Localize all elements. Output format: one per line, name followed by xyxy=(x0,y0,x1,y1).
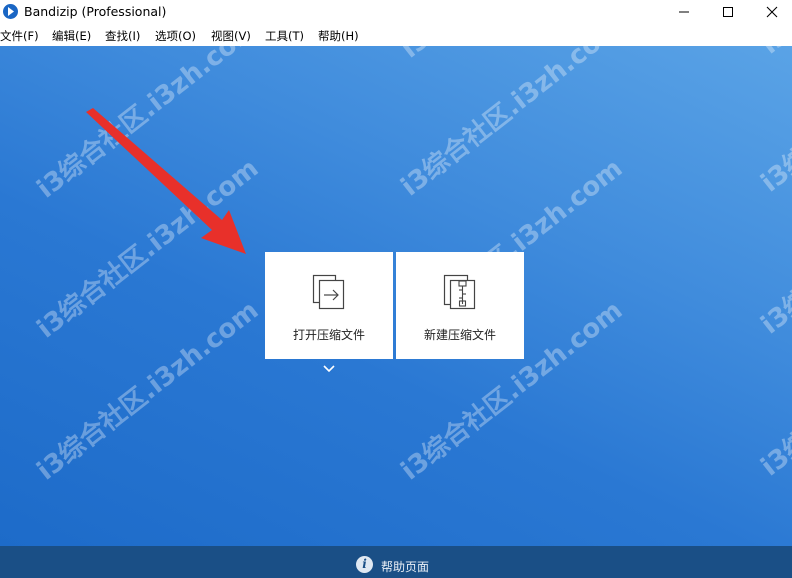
new-archive-button[interactable]: 新建压缩文件 xyxy=(396,252,524,359)
menu-edit[interactable]: 编辑(E) xyxy=(52,28,91,44)
bandizip-logo-icon xyxy=(3,4,18,19)
open-archive-button[interactable]: 打开压缩文件 xyxy=(265,252,393,359)
watermark: i3综合社区.i3zh.com xyxy=(752,46,792,61)
start-panel: i3综合社区.i3zh.com i3综合社区.i3zh.com i3综合社区.i… xyxy=(0,46,792,546)
open-archive-icon xyxy=(312,274,345,310)
menu-options[interactable]: 选项(O) xyxy=(155,28,196,44)
help-page-bar[interactable]: i 帮助页面 xyxy=(0,546,792,578)
menu-find[interactable]: 查找(I) xyxy=(105,28,140,44)
minimize-icon xyxy=(679,11,689,13)
minimize-button[interactable] xyxy=(664,0,704,24)
new-archive-label: 新建压缩文件 xyxy=(423,328,496,342)
menu-help[interactable]: 帮助(H) xyxy=(318,28,359,44)
chevron-down-icon[interactable] xyxy=(322,364,336,374)
maximize-button[interactable] xyxy=(708,0,748,24)
maximize-icon xyxy=(723,7,733,17)
menu-file[interactable]: 文件(F) xyxy=(0,28,39,44)
help-page-label: 帮助页面 xyxy=(381,560,430,574)
window-title: Bandizip (Professional) xyxy=(24,4,167,19)
watermark: i3综合社区.i3zh.com xyxy=(755,46,792,199)
menu-bar: 文件(F) 编辑(E) 查找(I) 选项(O) 视图(V) 工具(T) 帮助(H… xyxy=(0,24,792,46)
info-icon: i xyxy=(356,556,373,573)
menu-view[interactable]: 视图(V) xyxy=(211,28,251,44)
open-archive-label: 打开压缩文件 xyxy=(292,328,365,342)
close-button[interactable] xyxy=(752,0,792,24)
annotation-arrow-icon xyxy=(86,108,246,254)
menu-tools[interactable]: 工具(T) xyxy=(265,28,304,44)
title-bar[interactable]: Bandizip (Professional) xyxy=(0,0,792,24)
close-icon xyxy=(766,6,778,18)
new-archive-icon xyxy=(443,274,476,310)
